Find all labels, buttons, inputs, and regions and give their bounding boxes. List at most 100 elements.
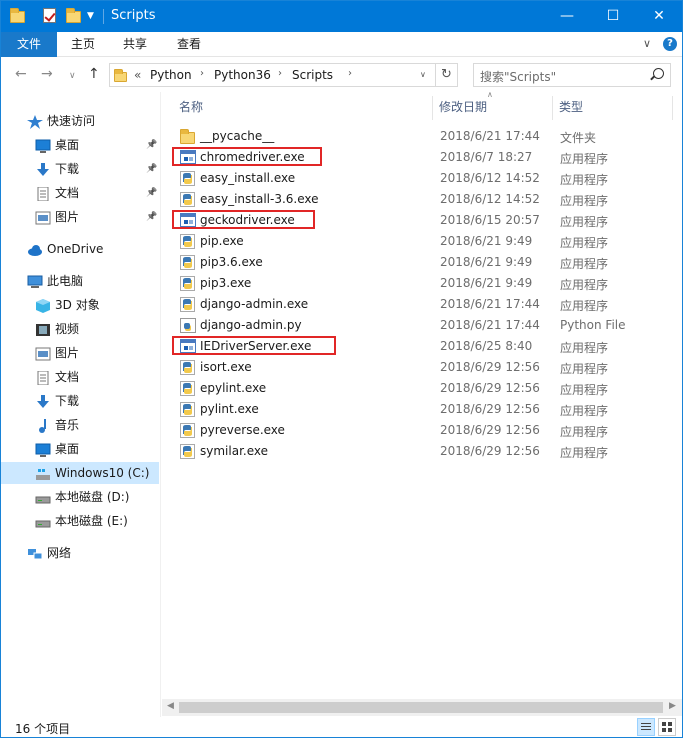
- column-separator[interactable]: [432, 96, 433, 120]
- table-row[interactable]: chromedriver.exe 2018/6/7 18:27 应用程序: [162, 147, 682, 168]
- sidebar-item[interactable]: 桌面: [1, 438, 159, 460]
- pin-icon[interactable]: 📌: [146, 134, 157, 156]
- file-name: symilar.exe: [200, 444, 268, 458]
- sidebar-item[interactable]: 下载: [1, 390, 159, 412]
- drive-icon: [35, 514, 51, 528]
- table-row[interactable]: pip3.exe 2018/6/21 9:49 应用程序: [162, 273, 682, 294]
- sidebar-item[interactable]: 3D 对象: [1, 294, 159, 316]
- table-row[interactable]: pylint.exe 2018/6/29 12:56 应用程序: [162, 399, 682, 420]
- minimize-button[interactable]: —: [544, 1, 590, 32]
- table-row[interactable]: geckodriver.exe 2018/6/15 20:57 应用程序: [162, 210, 682, 231]
- sidebar-item[interactable]: 文档: [1, 366, 159, 388]
- file-name: pylint.exe: [200, 402, 259, 416]
- sidebar-item[interactable]: 视频: [1, 318, 159, 340]
- table-row[interactable]: django-admin.exe 2018/6/21 17:44 应用程序: [162, 294, 682, 315]
- python-exe-icon: [180, 423, 196, 438]
- sidebar-item[interactable]: 本地磁盘 (D:): [1, 486, 159, 508]
- column-header-type[interactable]: 类型: [559, 96, 583, 118]
- sidebar-item[interactable]: 音乐: [1, 414, 159, 436]
- desktop-icon: [35, 442, 51, 457]
- file-type: 应用程序: [560, 173, 609, 187]
- table-row[interactable]: django-admin.py 2018/6/21 17:44 Python Fil…: [162, 315, 682, 336]
- tab-home[interactable]: 主页: [63, 32, 103, 57]
- refresh-icon[interactable]: ↻: [436, 63, 458, 87]
- close-button[interactable]: ✕: [636, 1, 682, 32]
- quick-access-dropdown-icon[interactable]: ▼: [87, 11, 94, 21]
- table-row[interactable]: isort.exe 2018/6/29 12:56 应用程序: [162, 357, 682, 378]
- breadcrumb-overflow[interactable]: «: [134, 68, 141, 82]
- column-separator[interactable]: [552, 96, 553, 120]
- forward-arrow-icon[interactable]: →: [41, 66, 53, 82]
- scroll-left-icon[interactable]: ◀: [167, 701, 174, 711]
- large-icons-view-icon[interactable]: [658, 718, 676, 736]
- file-type: 应用程序: [560, 341, 609, 355]
- cloud-icon: [27, 242, 43, 256]
- sidebar-item[interactable]: OneDrive: [1, 238, 159, 260]
- tab-share[interactable]: 共享: [115, 32, 155, 57]
- chevron-right-icon[interactable]: ›: [200, 68, 204, 79]
- sidebar-item-label: 音乐: [55, 418, 80, 432]
- sidebar-item[interactable]: 图片: [1, 342, 159, 364]
- column-header-name[interactable]: 名称: [179, 96, 203, 118]
- drive-icon: [35, 490, 51, 504]
- table-row[interactable]: pyreverse.exe 2018/6/29 12:56 应用程序: [162, 420, 682, 441]
- properties-icon[interactable]: [43, 8, 59, 24]
- sidebar-item[interactable]: 下载 📌: [1, 158, 159, 180]
- search-box[interactable]: 搜索"Scripts": [473, 63, 671, 87]
- tab-view[interactable]: 查看: [169, 32, 209, 57]
- star-icon: [27, 114, 43, 129]
- table-row[interactable]: epylint.exe 2018/6/29 12:56 应用程序: [162, 378, 682, 399]
- python-exe-icon: [180, 255, 196, 270]
- table-row[interactable]: easy_install.exe 2018/6/12 14:52 应用程序: [162, 168, 682, 189]
- sidebar-item[interactable]: 快速访问: [1, 110, 159, 132]
- table-row[interactable]: symilar.exe 2018/6/29 12:56 应用程序: [162, 441, 682, 462]
- sidebar-item[interactable]: 图片 📌: [1, 206, 159, 228]
- table-row[interactable]: pip3.6.exe 2018/6/21 9:49 应用程序: [162, 252, 682, 273]
- pin-icon[interactable]: 📌: [146, 158, 157, 180]
- address-dropdown-icon[interactable]: ∨: [420, 70, 426, 79]
- maximize-button[interactable]: ☐: [590, 1, 636, 32]
- sidebar-item[interactable]: 网络: [1, 542, 159, 564]
- desktop-icon: [35, 138, 51, 153]
- help-icon[interactable]: ?: [663, 37, 677, 51]
- search-icon[interactable]: [653, 68, 664, 79]
- search-input[interactable]: 搜索"Scripts": [480, 68, 556, 85]
- sidebar-item[interactable]: 桌面 📌: [1, 134, 159, 156]
- breadcrumb-python[interactable]: Python: [150, 68, 192, 82]
- sidebar-item[interactable]: 此电脑: [1, 270, 159, 292]
- up-arrow-icon[interactable]: ↑: [88, 66, 100, 82]
- horizontal-scrollbar[interactable]: ◀ ▶: [162, 699, 682, 716]
- column-separator[interactable]: [672, 96, 673, 120]
- new-folder-icon[interactable]: [66, 8, 82, 24]
- breadcrumb-python36[interactable]: Python36: [214, 68, 271, 82]
- column-header-date[interactable]: 修改日期: [439, 96, 487, 118]
- file-date: 2018/6/29 12:56: [440, 381, 540, 395]
- ribbon-expand-icon[interactable]: ∨: [643, 37, 651, 50]
- title-separator: [103, 9, 104, 24]
- sidebar-item[interactable]: 本地磁盘 (E:): [1, 510, 159, 532]
- tab-file[interactable]: 文件: [1, 32, 57, 57]
- title-bar[interactable]: ▼ Scripts — ☐ ✕: [1, 1, 682, 32]
- details-view-icon[interactable]: [637, 718, 655, 736]
- back-arrow-icon[interactable]: ←: [15, 66, 27, 82]
- file-type: 应用程序: [560, 257, 609, 271]
- table-row[interactable]: IEDriverServer.exe 2018/6/25 8:40 应用程序: [162, 336, 682, 357]
- table-row[interactable]: easy_install-3.6.exe 2018/6/12 14:52 应用程序: [162, 189, 682, 210]
- sidebar-item[interactable]: 文档 📌: [1, 182, 159, 204]
- pin-icon[interactable]: 📌: [146, 182, 157, 204]
- recent-dropdown-icon[interactable]: ∨: [69, 68, 76, 84]
- address-bar[interactable]: « Python › Python36 › Scripts › ∨: [109, 63, 436, 87]
- sidebar-item-label: 快速访问: [47, 114, 96, 128]
- pin-icon[interactable]: 📌: [146, 206, 157, 228]
- chevron-right-icon[interactable]: ›: [348, 68, 352, 79]
- breadcrumb-scripts[interactable]: Scripts: [292, 68, 333, 82]
- file-type: 应用程序: [560, 194, 609, 208]
- scroll-right-icon[interactable]: ▶: [669, 701, 676, 711]
- sidebar-item[interactable]: Windows10 (C:): [1, 462, 159, 484]
- file-date: 2018/6/21 17:44: [440, 129, 540, 143]
- chevron-right-icon[interactable]: ›: [278, 68, 282, 79]
- table-row[interactable]: __pycache__ 2018/6/21 17:44 文件夹: [162, 126, 682, 147]
- table-row[interactable]: pip.exe 2018/6/21 9:49 应用程序: [162, 231, 682, 252]
- file-list: 名称 修改日期 ∧ 类型 __pycache__ 2018/6/21 17:44 文…: [162, 90, 682, 699]
- scrollbar-thumb[interactable]: [179, 702, 663, 713]
